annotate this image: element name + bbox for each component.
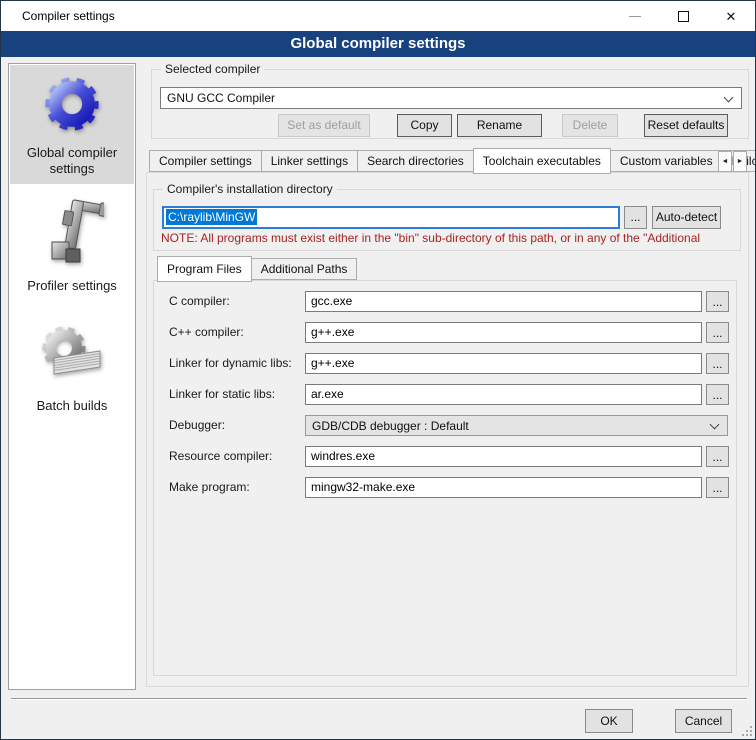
chevron-down-icon — [724, 93, 734, 103]
c-compiler-browse-button[interactable]: ... — [706, 291, 729, 312]
installation-directory-group: Compiler's installation directory C:\ray… — [153, 189, 741, 251]
minimize-button[interactable] — [611, 1, 659, 31]
chevron-down-icon — [710, 420, 720, 430]
tab-scroll-right-button[interactable]: ► — [733, 151, 747, 172]
linker-static-label: Linker for static libs: — [169, 384, 304, 405]
tab-toolchain-executables[interactable]: Toolchain executables — [473, 148, 611, 174]
maximize-icon — [678, 11, 689, 22]
linker-dynamic-label: Linker for dynamic libs: — [169, 353, 304, 374]
sidebar-item-batch-builds[interactable]: Batch builds — [10, 310, 134, 425]
set-as-default-button[interactable]: Set as default — [278, 114, 370, 137]
minimize-icon — [629, 16, 641, 17]
resize-grip[interactable] — [742, 726, 752, 736]
debugger-select-value: GDB/CDB debugger : Default — [312, 419, 469, 433]
cpp-compiler-label: C++ compiler: — [169, 322, 304, 343]
tab-additional-paths[interactable]: Additional Paths — [251, 258, 358, 280]
reset-defaults-button[interactable]: Reset defaults — [644, 114, 728, 137]
window-controls: ✕ — [611, 1, 755, 31]
compiler-select[interactable]: GNU GCC Compiler — [160, 87, 742, 109]
resource-compiler-browse-button[interactable]: ... — [706, 446, 729, 467]
sidebar-item-label: Batch builds — [17, 398, 127, 414]
tab-linker-settings[interactable]: Linker settings — [261, 150, 358, 172]
cpp-compiler-browse-button[interactable]: ... — [706, 322, 729, 343]
debugger-select[interactable]: GDB/CDB debugger : Default — [305, 415, 728, 436]
linker-dynamic-browse-button[interactable]: ... — [706, 353, 729, 374]
browse-directory-button[interactable]: ... — [624, 206, 647, 229]
settings-tab-strip: Compiler settings Linker settings Search… — [149, 150, 756, 172]
c-compiler-label: C compiler: — [169, 291, 304, 312]
make-program-browse-button[interactable]: ... — [706, 477, 729, 498]
compiler-settings-dialog: Compiler settings ✕ Global compiler sett… — [0, 0, 756, 740]
ok-button[interactable]: OK — [585, 709, 633, 733]
bin-subdirectory-note: NOTE: All programs must exist either in … — [161, 231, 739, 245]
maximize-button[interactable] — [659, 1, 707, 31]
footer-separator — [11, 698, 747, 700]
linker-static-input[interactable]: ar.exe — [305, 384, 702, 405]
debugger-label: Debugger: — [169, 415, 304, 436]
sidebar-item-label: Profiler settings — [17, 278, 127, 294]
tab-search-directories[interactable]: Search directories — [357, 150, 474, 172]
resource-compiler-label: Resource compiler: — [169, 446, 304, 467]
caliper-icon — [40, 198, 104, 272]
gray-gear-stack-icon — [38, 322, 106, 392]
page-title: Global compiler settings — [1, 31, 755, 57]
window-title: Compiler settings — [22, 1, 115, 31]
scroll-right-icon: ► — [737, 158, 744, 165]
title-bar[interactable]: Compiler settings ✕ — [1, 1, 755, 31]
blue-gear-icon — [41, 73, 103, 139]
installation-directory-legend: Compiler's installation directory — [163, 182, 337, 197]
close-button[interactable]: ✕ — [707, 1, 755, 31]
program-files-tab-strip: Program Files Additional Paths — [157, 258, 356, 280]
cpp-compiler-input[interactable]: g++.exe — [305, 322, 702, 343]
delete-button[interactable]: Delete — [562, 114, 618, 137]
auto-detect-button[interactable]: Auto-detect — [652, 206, 721, 229]
selected-compiler-legend: Selected compiler — [161, 62, 264, 77]
linker-static-browse-button[interactable]: ... — [706, 384, 729, 405]
compiler-select-value: GNU GCC Compiler — [167, 91, 275, 105]
cancel-button[interactable]: Cancel — [675, 709, 732, 733]
installation-directory-input[interactable]: C:\raylib\MinGW — [162, 206, 620, 229]
settings-category-list: Global compiler settings — [8, 63, 136, 690]
tab-compiler-settings[interactable]: Compiler settings — [149, 150, 262, 172]
program-files-panel: C compiler: gcc.exe ... C++ compiler: g+… — [153, 280, 737, 676]
resource-compiler-input[interactable]: windres.exe — [305, 446, 702, 467]
sidebar-item-global-compiler-settings[interactable]: Global compiler settings — [10, 65, 134, 184]
make-program-input[interactable]: mingw32-make.exe — [305, 477, 702, 498]
tab-program-files[interactable]: Program Files — [157, 256, 252, 282]
c-compiler-input[interactable]: gcc.exe — [305, 291, 702, 312]
tab-custom-variables[interactable]: Custom variables — [610, 150, 723, 172]
close-icon: ✕ — [726, 10, 737, 23]
rename-button[interactable]: Rename — [457, 114, 542, 137]
scroll-left-icon: ◄ — [722, 158, 729, 165]
make-program-label: Make program: — [169, 477, 304, 498]
copy-button[interactable]: Copy — [397, 114, 452, 137]
sidebar-item-profiler-settings[interactable]: Profiler settings — [10, 192, 134, 300]
installation-directory-value: C:\raylib\MinGW — [166, 209, 257, 225]
sidebar-item-label: Global compiler settings — [22, 145, 122, 177]
tab-scroll-left-button[interactable]: ◄ — [718, 151, 732, 172]
linker-dynamic-input[interactable]: g++.exe — [305, 353, 702, 374]
